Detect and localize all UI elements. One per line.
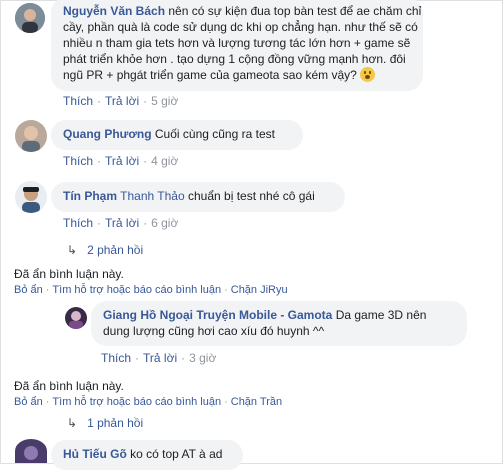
comment-bubble: Nguyễn Văn Bách nên có sự kiện đua top b… <box>51 0 423 91</box>
comment-actions: Thích · Trả lời · 6 giờ <box>63 216 179 230</box>
report-link[interactable]: Tìm hỗ trợ hoặc báo cáo bình luận <box>52 284 221 296</box>
tagged-user[interactable]: Thanh Thảo <box>120 189 185 203</box>
hidden-comment-note: Đã ẩn bình luận này. <box>14 267 124 281</box>
like-button[interactable]: Thích <box>63 154 93 168</box>
hidden-comment-links: Bỏ ẩn · Tìm hỗ trợ hoặc báo cáo bình luận ·… <box>14 396 283 408</box>
user-photo-icon <box>15 181 47 213</box>
comment-text-line: cầy, phần quà là code sử dụng dc khi op … <box>63 20 418 34</box>
comment-text-line: nhiều n tham gia tets hơn và lượng tương… <box>63 36 411 50</box>
avatar-gamota-page[interactable] <box>65 307 87 329</box>
comment-actions: Thích · Trả lời · 3 giờ <box>101 351 217 365</box>
comment-text: ko có top AT à ad <box>130 447 223 461</box>
comment-actions: Thích · Trả lời · 4 giờ <box>63 154 179 168</box>
unhide-link[interactable]: Bỏ ẩn <box>14 396 43 408</box>
comment-author[interactable]: Tín Phạm <box>63 189 117 203</box>
user-photo-icon <box>15 120 47 152</box>
comment-text-line: nên có sự kiện đua top bàn test để ae ch… <box>168 4 422 18</box>
worried-face-emoji <box>360 67 376 82</box>
reply-arrow-icon: ↳ <box>67 243 78 257</box>
hidden-comment-links: Bỏ ẩn · Tìm hỗ trợ hoặc báo cáo bình luận ·… <box>14 284 288 296</box>
comment-bubble: Tín Phạm Thanh Thảo chuẩn bị test nhé cô… <box>51 182 345 212</box>
comments-panel: Nguyễn Văn Bách nên có sự kiện đua top b… <box>0 0 503 470</box>
comment-text: dung lượng cũng hơi cao xíu đó huynh ^^ <box>103 324 325 338</box>
comment-text: Da game 3D nên <box>335 308 427 322</box>
comment-author[interactable]: Hủ Tiếu Gõ <box>63 447 127 461</box>
page-logo-icon <box>65 307 87 329</box>
avatar-nguyen-van-bach[interactable] <box>15 3 45 33</box>
like-button[interactable]: Thích <box>101 351 131 365</box>
comment-text: chuẩn bị test nhé cô gái <box>187 189 315 203</box>
comment-bubble: Giang Hồ Ngoại Truyện Mobile - Gamota Da… <box>91 301 467 346</box>
comment-text-line: phát triển khỏe hơn . tạo dựng 1 cộng đồ… <box>63 52 406 66</box>
avatar-tin-pham[interactable] <box>15 181 47 213</box>
view-replies-link[interactable]: ↳ 2 phản hồi <box>67 243 143 257</box>
unhide-link[interactable]: Bỏ ẩn <box>14 284 43 296</box>
comment-bubble: Hủ Tiếu Gõ ko có top AT à ad <box>51 440 243 470</box>
report-link[interactable]: Tìm hỗ trợ hoặc báo cáo bình luận <box>52 396 221 408</box>
timestamp[interactable]: 3 giờ <box>189 351 216 365</box>
timestamp[interactable]: 6 giờ <box>151 216 178 230</box>
comment-author[interactable]: Quang Phương <box>63 127 152 141</box>
like-button[interactable]: Thích <box>63 94 93 108</box>
comment-text: Cuối cùng cũng ra test <box>154 127 275 141</box>
block-user-link[interactable]: Chặn JiRyu <box>231 284 288 296</box>
reply-button[interactable]: Trả lời <box>105 154 139 168</box>
comment-author[interactable]: Nguyễn Văn Bách <box>63 4 165 18</box>
block-user-link[interactable]: Chặn Trần <box>231 396 282 408</box>
timestamp[interactable]: 4 giờ <box>151 154 178 168</box>
replies-count: 2 phản hồi <box>87 243 144 257</box>
comment-author[interactable]: Giang Hồ Ngoại Truyện Mobile - Gamota <box>103 308 332 322</box>
hidden-comment-note: Đã ẩn bình luận này. <box>14 379 124 393</box>
comment-actions: Thích · Trả lời · 5 giờ <box>63 94 179 108</box>
avatar-quang-phuong[interactable] <box>15 120 47 152</box>
comment-text-line: ngũ PR + phgát triển game của gameota sa… <box>63 68 357 82</box>
view-replies-link[interactable]: ↳ 1 phản hồi <box>67 416 143 430</box>
replies-count: 1 phản hồi <box>87 416 144 430</box>
reply-button[interactable]: Trả lời <box>143 351 177 365</box>
like-button[interactable]: Thích <box>63 216 93 230</box>
comment-bubble: Quang Phương Cuối cùng cũng ra test <box>51 120 303 150</box>
user-photo-icon <box>15 3 45 33</box>
reply-arrow-icon: ↳ <box>67 416 78 430</box>
reply-button[interactable]: Trả lời <box>105 94 139 108</box>
user-photo-icon <box>15 439 47 463</box>
avatar-hu-tieu-go[interactable] <box>15 439 47 463</box>
reply-button[interactable]: Trả lời <box>105 216 139 230</box>
timestamp[interactable]: 5 giờ <box>151 94 178 108</box>
